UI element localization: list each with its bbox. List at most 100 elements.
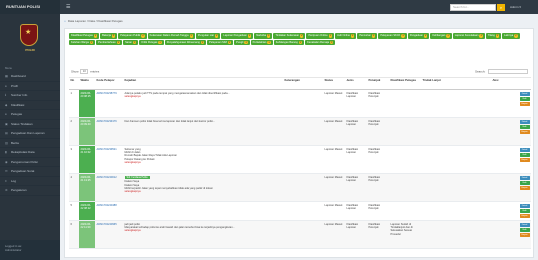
sidebar-item-profil[interactable]: ● Profil — [0, 82, 60, 91]
delete-button[interactable]: Hapus — [519, 185, 530, 190]
search-icon[interactable]: ⌕ — [497, 4, 505, 11]
sidebar-item-pengaduan-surat[interactable]: ✉ Pengaduan Surat — [0, 167, 60, 177]
sidebar-item-log[interactable]: ≡ Log — [0, 177, 60, 186]
filter-chip[interactable]: Pelayanan SKCK 1 — [378, 33, 407, 39]
hamburger-icon[interactable]: ☰ — [66, 4, 70, 10]
edit-button[interactable]: Edit — [519, 124, 530, 129]
edit-button[interactable]: Edit — [519, 180, 530, 185]
detail-button[interactable]: Detail — [519, 222, 530, 227]
table-search-input[interactable] — [488, 69, 529, 74]
sidebar-item-status-tindakan[interactable]: ▣ Status Tindakan — [0, 120, 60, 129]
filter-chip[interactable]: Bekerja 3 — [100, 33, 118, 39]
detail-button[interactable]: Detail — [519, 203, 530, 208]
filter-chip[interactable]: Pencurian 1 — [357, 33, 378, 39]
breadcrumb-item[interactable]: Data — [89, 19, 95, 23]
column-header[interactable]: Waktu — [79, 77, 95, 90]
edit-button[interactable]: Edit — [519, 152, 530, 157]
delete-button[interactable]: Hapus — [519, 232, 530, 237]
row-code[interactable]: ADM1702240488 — [95, 201, 123, 221]
detail-button[interactable]: Detail — [519, 147, 530, 152]
filter-count-badge: 1 — [298, 40, 303, 45]
filter-chip[interactable]: Lainnya 2 — [502, 33, 520, 39]
sidebar-item-berita[interactable]: ▥ Berita — [0, 139, 60, 148]
delete-button[interactable]: Hapus — [519, 213, 530, 218]
column-header[interactable]: Jenis — [345, 77, 367, 90]
filter-chip[interactable]: Klasifikasi Petugas 1 — [69, 33, 100, 39]
filter-chip[interactable]: Pungli 1 — [234, 39, 250, 46]
filter-chip[interactable]: Judi Online 1 — [334, 33, 357, 39]
read-more-link[interactable]: selengkapnya — [125, 229, 282, 232]
edit-button[interactable]: Edit — [519, 208, 530, 213]
sidebar-item-dashboard[interactable]: ▦ Dashboard — [0, 72, 60, 82]
column-header[interactable]: Aksi — [491, 77, 531, 90]
breadcrumb-home[interactable]: Data Laporan — [68, 19, 86, 23]
row-number: 1 — [69, 89, 79, 118]
filter-chip[interactable]: Pungutan Liar 2 — [195, 33, 221, 39]
filter-chip[interactable]: Kekerasan Dalam Rumah Tangga 1 — [147, 33, 195, 39]
top-navbar: RUNTUAN POLISI ☰ Search for... ⌕ Admin ▾ — [0, 0, 538, 14]
row-code[interactable]: ADM1702240965 — [95, 220, 123, 249]
table-row: 5 2020-06-22 08:12 ADM1702240488 Laporan Ma… — [69, 201, 531, 221]
column-header[interactable]: Keterangan — [283, 77, 323, 90]
column-header[interactable]: Tindak Lanjut — [421, 77, 491, 90]
sidebar-item-sumber-info[interactable]: ℹ Sumber Info — [0, 91, 60, 101]
row-code[interactable]: ADM1702240012 — [95, 173, 123, 202]
row-code[interactable]: ADM1702238779 — [95, 89, 123, 118]
show-label: Show — [71, 69, 79, 74]
column-header[interactable]: No — [69, 77, 79, 90]
filter-chip[interactable]: Laporan Kecelakaan 1 — [452, 33, 485, 39]
filter-chip[interactable]: Kehilangan 1 — [430, 33, 452, 39]
column-header[interactable]: Klasifikasi Petugas — [389, 77, 421, 90]
edit-button[interactable]: Edit — [519, 227, 530, 232]
filter-chip[interactable]: Pengaduan 2 — [407, 33, 430, 39]
chart-icon: ▮ — [5, 150, 7, 154]
row-code[interactable]: ADM1702239176 — [95, 117, 123, 146]
filter-chip[interactable]: Pemberitahuan 1 — [96, 39, 123, 46]
edit-button[interactable]: Edit — [519, 96, 530, 101]
column-header[interactable]: Kejadian — [123, 77, 283, 90]
read-more-link[interactable]: selengkapnya — [125, 95, 282, 98]
filter-chip[interactable]: Saran 1 — [123, 39, 139, 46]
detail-button[interactable]: Detail — [519, 175, 530, 180]
row-keterangan — [283, 145, 323, 174]
filter-chip[interactable]: Penyalahgunaan Wewenang 1 — [164, 39, 207, 46]
sidebar-item-klasifikasi[interactable]: ◆ Klasifikasi — [0, 101, 60, 110]
filter-chip[interactable]: Perkelahian 1 — [250, 39, 273, 46]
filter-chip[interactable]: Kehilangan Barang 1 — [273, 39, 305, 46]
sidebar-item-label: Profil — [11, 83, 18, 88]
filter-chip-label: Kritik Petugas — [141, 40, 158, 44]
filter-chip[interactable]: Narkoba 1 — [254, 33, 273, 39]
read-more-link[interactable]: selengkapnya — [125, 161, 282, 164]
column-header[interactable]: Status — [323, 77, 345, 90]
user-menu[interactable]: Admin ▾ — [510, 4, 536, 11]
read-more-link[interactable]: selengkapnya — [125, 190, 282, 193]
delete-button[interactable]: Hapus — [519, 101, 530, 106]
page-length-control: Show 10 entries — [71, 69, 99, 74]
sidebar-item-pengaturan[interactable]: ⚙ Pengaturan — [0, 186, 60, 196]
filter-chip[interactable]: Kritik Petugas 1 — [139, 39, 164, 46]
sidebar-item-rekapitulasi[interactable]: ▮ Rekapitulasi Data — [0, 148, 60, 158]
detail-button[interactable]: Detail — [519, 91, 530, 96]
sidebar-item-pengumuman[interactable]: ◉ Pengumuman Polisi — [0, 158, 60, 167]
sidebar-item-pengaduan[interactable]: ▤ Pengaduan Dan Laporan — [0, 129, 60, 139]
filter-chip[interactable]: Pelayanan SIM 1 — [207, 39, 234, 46]
row-number: 5 — [69, 201, 79, 221]
row-code[interactable]: ADM1702239521 — [95, 145, 123, 174]
top-search-input[interactable]: Search for... — [450, 4, 496, 11]
detail-button[interactable]: Detail — [519, 119, 530, 124]
home-icon[interactable]: ⌂ — [64, 19, 66, 23]
column-header[interactable]: Petunjuk — [367, 77, 389, 90]
filter-chip[interactable]: Tilang 1 — [485, 33, 502, 39]
filter-chip[interactable]: Keluhan Warga 1 — [69, 39, 96, 46]
column-header[interactable]: Kode Pelapor — [95, 77, 123, 90]
page-length-select[interactable]: 10 — [80, 69, 89, 74]
filter-chip[interactable]: Kenakalan Remaja 1 — [305, 39, 336, 46]
filter-chip[interactable]: Penipuan Online 1 — [306, 33, 334, 39]
sidebar-item-petugas[interactable]: ● Petugas — [0, 110, 60, 120]
delete-button[interactable]: Hapus — [519, 157, 530, 162]
filter-chip[interactable]: Laporan Pengaduan 1 — [221, 33, 254, 39]
app-brand[interactable]: RUNTUAN POLISI — [0, 0, 60, 14]
delete-button[interactable]: Hapus — [519, 129, 530, 134]
filter-chip[interactable]: Tindakan Kekerasan 2 — [273, 33, 306, 39]
filter-chip[interactable]: Pelayanan Publik 2 — [118, 33, 147, 39]
